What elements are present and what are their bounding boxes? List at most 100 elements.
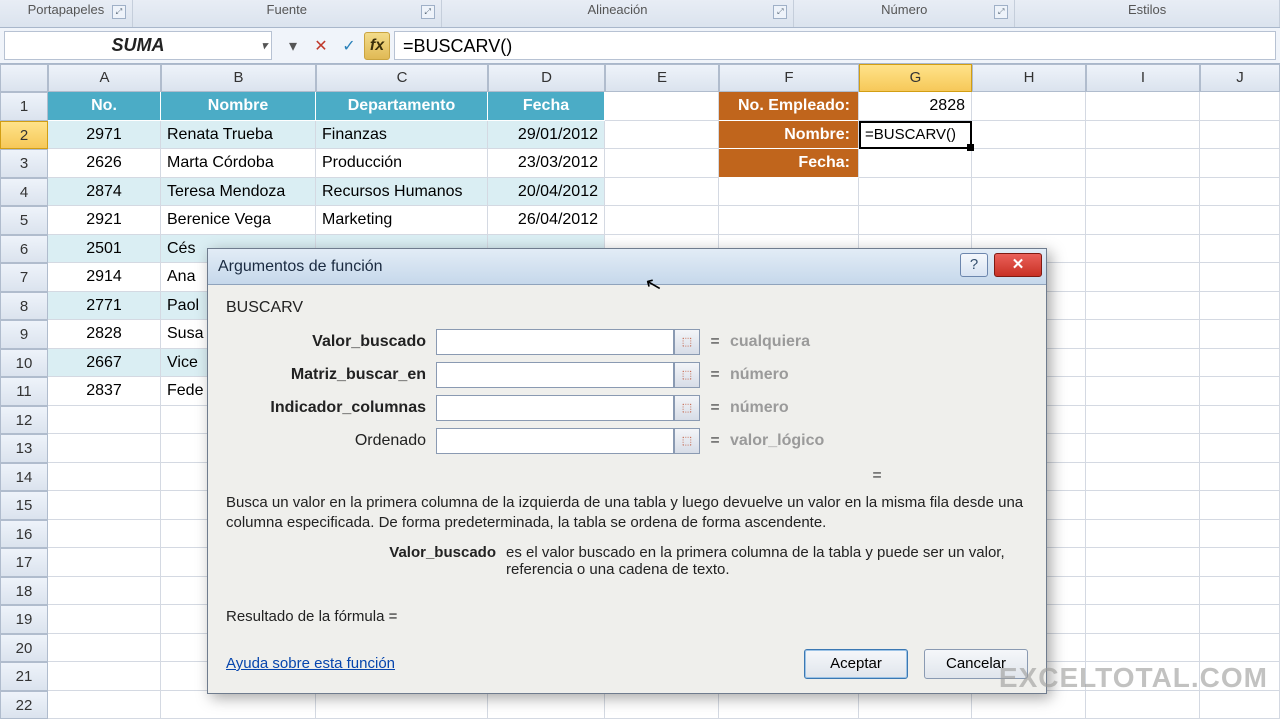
table-cell[interactable]: Renata Trueba	[161, 121, 316, 150]
dropdown-button[interactable]: ▾	[280, 32, 306, 60]
cell[interactable]	[859, 149, 972, 178]
table-cell[interactable]: 2971	[48, 121, 161, 150]
cell[interactable]	[1086, 349, 1200, 378]
row-header[interactable]: 8	[0, 292, 48, 321]
name-box[interactable]: SUMA▾	[4, 31, 272, 60]
row-header[interactable]: 6	[0, 235, 48, 264]
cell[interactable]	[1200, 206, 1280, 235]
cell[interactable]	[1200, 605, 1280, 634]
table-cell[interactable]: 2828	[48, 320, 161, 349]
table-cell[interactable]: Marketing	[316, 206, 488, 235]
cell[interactable]	[719, 178, 859, 207]
cell[interactable]	[1200, 434, 1280, 463]
row-header[interactable]: 12	[0, 406, 48, 435]
cell[interactable]	[1086, 520, 1200, 549]
col-header[interactable]: G	[859, 64, 972, 92]
table-cell[interactable]: 2626	[48, 149, 161, 178]
cell[interactable]	[1200, 92, 1280, 121]
table-cell[interactable]: 2921	[48, 206, 161, 235]
range-picker-icon[interactable]: ⬚	[674, 329, 700, 355]
lookup-label[interactable]: No. Empleado:	[719, 92, 859, 121]
cell[interactable]	[316, 691, 488, 720]
arg-input-matriz[interactable]	[436, 362, 674, 388]
fx-button[interactable]: fx	[364, 32, 390, 60]
cell[interactable]	[48, 548, 161, 577]
row-header[interactable]: 11	[0, 377, 48, 406]
cell[interactable]	[972, 691, 1086, 720]
help-link[interactable]: Ayuda sobre esta función	[226, 655, 395, 672]
cell[interactable]	[1200, 178, 1280, 207]
expand-icon[interactable]: ⤢	[421, 5, 435, 19]
cell[interactable]	[48, 634, 161, 663]
table-cell[interactable]: 2837	[48, 377, 161, 406]
table-header[interactable]: Fecha	[488, 92, 605, 121]
row-header[interactable]: 20	[0, 634, 48, 663]
cell[interactable]	[1086, 691, 1200, 720]
cell[interactable]	[859, 178, 972, 207]
cell[interactable]	[605, 149, 719, 178]
lookup-value[interactable]: 2828	[859, 92, 972, 121]
row-header[interactable]: 13	[0, 434, 48, 463]
cell[interactable]	[859, 206, 972, 235]
cell[interactable]	[1086, 406, 1200, 435]
col-header[interactable]: B	[161, 64, 316, 92]
row-header[interactable]: 2	[0, 121, 48, 150]
cell[interactable]	[1200, 149, 1280, 178]
cell[interactable]	[719, 206, 859, 235]
table-cell[interactable]: Marta Córdoba	[161, 149, 316, 178]
col-header[interactable]: A	[48, 64, 161, 92]
cell[interactable]	[605, 691, 719, 720]
range-picker-icon[interactable]: ⬚	[674, 428, 700, 454]
cell[interactable]	[488, 691, 605, 720]
cell[interactable]	[48, 662, 161, 691]
expand-icon[interactable]: ⤢	[994, 5, 1008, 19]
cell[interactable]	[48, 577, 161, 606]
col-header[interactable]: E	[605, 64, 719, 92]
cell[interactable]	[1200, 263, 1280, 292]
enter-formula-button[interactable]: ✓	[336, 32, 362, 60]
cell[interactable]	[48, 406, 161, 435]
col-header[interactable]: C	[316, 64, 488, 92]
range-picker-icon[interactable]: ⬚	[674, 395, 700, 421]
cell[interactable]	[972, 206, 1086, 235]
cell[interactable]	[48, 520, 161, 549]
formula-input[interactable]: =BUSCARV()	[394, 31, 1276, 60]
row-header[interactable]: 19	[0, 605, 48, 634]
table-cell[interactable]: 20/04/2012	[488, 178, 605, 207]
cell[interactable]	[1086, 491, 1200, 520]
close-button[interactable]: ✕	[994, 253, 1042, 277]
cell[interactable]	[1086, 634, 1200, 663]
table-cell[interactable]: Recursos Humanos	[316, 178, 488, 207]
cell[interactable]	[48, 434, 161, 463]
row-header[interactable]: 22	[0, 691, 48, 720]
cell[interactable]	[605, 92, 719, 121]
table-cell[interactable]: 2771	[48, 292, 161, 321]
table-cell[interactable]: 2914	[48, 263, 161, 292]
cell[interactable]	[1086, 206, 1200, 235]
arg-input-indicador[interactable]	[436, 395, 674, 421]
row-header[interactable]: 21	[0, 662, 48, 691]
cell[interactable]	[1086, 149, 1200, 178]
cell[interactable]	[1200, 292, 1280, 321]
chevron-down-icon[interactable]: ▾	[261, 39, 267, 52]
cell[interactable]	[1086, 434, 1200, 463]
table-header[interactable]: No.	[48, 92, 161, 121]
cell[interactable]	[859, 691, 972, 720]
cell[interactable]	[1086, 235, 1200, 264]
table-cell[interactable]: 2667	[48, 349, 161, 378]
cell[interactable]	[1086, 605, 1200, 634]
row-header[interactable]: 1	[0, 92, 48, 121]
table-cell[interactable]: Teresa Mendoza	[161, 178, 316, 207]
cell[interactable]	[1086, 320, 1200, 349]
cell[interactable]	[1200, 235, 1280, 264]
col-header[interactable]: J	[1200, 64, 1280, 92]
col-header[interactable]: F	[719, 64, 859, 92]
row-header[interactable]: 9	[0, 320, 48, 349]
row-header[interactable]: 15	[0, 491, 48, 520]
help-button[interactable]: ?	[960, 253, 988, 277]
row-header[interactable]: 5	[0, 206, 48, 235]
cell[interactable]	[1086, 292, 1200, 321]
row-header[interactable]: 3	[0, 149, 48, 178]
cell[interactable]	[972, 121, 1086, 150]
expand-icon[interactable]: ⤢	[773, 5, 787, 19]
